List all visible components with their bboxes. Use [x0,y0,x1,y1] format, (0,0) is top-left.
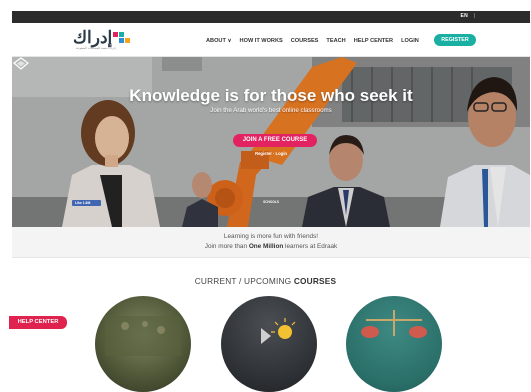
nav-item-how-it-works[interactable]: HOW IT WORKS [240,38,283,44]
nav-links: ABOUT ∨ HOW IT WORKS COURSES TEACH HELP … [206,38,419,44]
schools-label: SCHOOLS [263,200,279,204]
schools-logo-icon[interactable] [12,57,30,70]
nav-item-courses[interactable]: COURSES [291,38,319,44]
join-free-course-button[interactable]: JOIN A FREE COURSE [233,134,317,147]
top-bar: EN | [12,11,530,23]
language-separator: | [473,13,475,19]
facebook-like-button[interactable]: Like 1.6M [72,200,101,206]
course-card-2[interactable] [221,296,317,392]
course-2-image [261,318,296,344]
hero-subtitle: Join the Arab world's best online classr… [210,107,332,114]
courses-title-bold: COURSES [293,276,337,286]
tagline-suffix: learners at Edraak [283,243,338,250]
courses-title-prefix: CURRENT / UPCOMING [194,276,294,286]
main-navbar: إدراك إدراك منصة للمساقات المفتوحة ABOUT… [12,23,530,57]
course-card-1[interactable] [95,296,191,392]
nav-item-teach[interactable]: TEACH [326,38,345,44]
courses-section-title: CURRENT / UPCOMING COURSES [0,276,531,286]
tagline-line-2: Join more than One Million learners at E… [12,243,530,250]
register-button[interactable]: REGISTER [434,34,476,46]
tagline-line-1: Learning is more fun with friends! [223,233,319,240]
course-1-image [105,316,181,356]
edraak-logo[interactable]: إدراك إدراك منصة للمساقات المفتوحة [58,27,158,55]
nav-item-about[interactable]: ABOUT ∨ [206,38,232,44]
course-card-3[interactable] [346,296,442,392]
community-tagline: Learning is more fun with friends! Join … [12,227,530,258]
course-3-image [361,310,427,338]
register-login-links[interactable]: Register · Login [12,151,530,156]
nav-item-help-center[interactable]: HELP CENTER [354,38,393,44]
hero-banner: Knowledge is for those who seek it Join … [12,57,530,227]
logo-tagline: إدراك منصة للمساقات المفتوحة [76,46,116,50]
logo-arabic-text: إدراك [73,28,113,48]
nav-item-login[interactable]: LOGIN [401,38,419,44]
language-switcher[interactable]: EN [460,13,468,19]
tagline-prefix: Join more than [204,243,249,250]
tagline-highlight: One Million [248,243,284,250]
help-center-tab[interactable]: HELP CENTER [9,316,67,329]
hero-title: Knowledge is for those who seek it [129,86,413,105]
